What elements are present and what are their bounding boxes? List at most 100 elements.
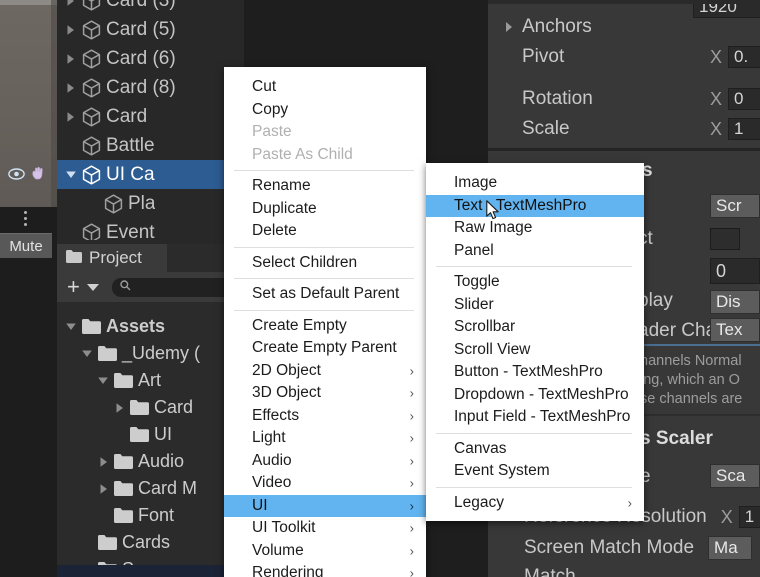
- sort-order-field[interactable]: 0: [710, 258, 760, 284]
- chevron-right-icon[interactable]: [63, 24, 78, 36]
- row-toggles[interactable]: [0, 160, 57, 189]
- ui-submenu[interactable]: Image Text - TextMeshPro Raw Image Panel Tog…: [426, 163, 644, 521]
- menu-item[interactable]: Create Empty: [224, 315, 426, 338]
- chevron-right-icon[interactable]: [63, 82, 78, 94]
- chevron-down-icon[interactable]: [63, 169, 78, 180]
- reference-resolution-x-field[interactable]: 1: [738, 506, 760, 528]
- hierarchy-tree[interactable]: Card (3) Card (5) Card (6) Card (8) Card Batt…: [8, 0, 244, 247]
- add-asset-button[interactable]: +: [67, 276, 80, 298]
- menu-item[interactable]: UI ›: [224, 494, 426, 517]
- menu-item[interactable]: Legacy ›: [426, 492, 644, 515]
- menu-item[interactable]: Toggle: [426, 271, 644, 294]
- menu-item[interactable]: Duplicate: [224, 198, 426, 221]
- chevron-down-icon[interactable]: [95, 375, 111, 386]
- render-mode-row: Scr: [710, 194, 760, 218]
- menu-item[interactable]: Volume ›: [224, 540, 426, 563]
- menu-item[interactable]: Set as Default Parent: [224, 283, 426, 306]
- project-tree-row[interactable]: Card M: [57, 475, 244, 502]
- hierarchy-row[interactable]: Card (8): [57, 73, 244, 102]
- menu-item[interactable]: Panel: [426, 240, 644, 263]
- anchors-row[interactable]: Anchors: [504, 16, 592, 38]
- chevron-right-icon[interactable]: [111, 402, 127, 414]
- menu-item[interactable]: Delete: [224, 220, 426, 243]
- menu-item[interactable]: Light ›: [224, 427, 426, 450]
- menu-item[interactable]: Text - TextMeshPro: [426, 194, 644, 217]
- shader-channels-dropdown[interactable]: Tex: [710, 318, 760, 342]
- menu-item[interactable]: Dropdown - TextMeshPro: [426, 384, 644, 407]
- menu-item[interactable]: Rename: [224, 175, 426, 198]
- menu-item[interactable]: Event System: [426, 460, 644, 483]
- project-tree-row[interactable]: UI: [57, 421, 244, 448]
- menu-item-label: Toggle: [454, 273, 500, 291]
- project-tree-row[interactable]: Card: [57, 394, 244, 421]
- chevron-right-icon[interactable]: [63, 111, 78, 123]
- inspector-divider-1: [488, 148, 760, 151]
- hand-icon[interactable]: [31, 164, 47, 186]
- project-tree-row[interactable]: Assets: [57, 313, 244, 340]
- chevron-down-icon[interactable]: [79, 348, 95, 359]
- screen-match-mode-dropdown[interactable]: Ma: [708, 536, 753, 560]
- menu-item[interactable]: Image: [426, 172, 644, 195]
- more-options-icon[interactable]: [24, 208, 28, 232]
- project-tree-row[interactable]: Font: [57, 502, 244, 529]
- menu-item[interactable]: Button - TextMeshPro: [426, 361, 644, 384]
- menu-item[interactable]: Rendering ›: [224, 562, 426, 577]
- menu-item-label: Paste As Child: [252, 145, 353, 163]
- chevron-right-icon[interactable]: [63, 53, 78, 65]
- tab-project[interactable]: Project: [57, 244, 167, 272]
- hierarchy-row[interactable]: UI Ca: [8, 160, 244, 189]
- menu-item[interactable]: Copy: [224, 99, 426, 122]
- menu-item[interactable]: Input Field - TextMeshPro: [426, 406, 644, 429]
- project-bottom-strip: [57, 565, 244, 577]
- menu-item[interactable]: Scrollbar: [426, 316, 644, 339]
- hierarchy-context-menu[interactable]: Cut Copy Paste Paste As Child Rename Duplicat…: [224, 67, 426, 577]
- menu-item[interactable]: 2D Object ›: [224, 360, 426, 383]
- menu-item[interactable]: 3D Object ›: [224, 382, 426, 405]
- project-tree-row[interactable]: _Udemy (: [57, 340, 244, 367]
- chevron-right-icon[interactable]: [504, 21, 514, 33]
- hierarchy-row[interactable]: Battle: [57, 131, 244, 160]
- render-mode-dropdown[interactable]: Scr: [710, 194, 760, 218]
- menu-item[interactable]: Audio ›: [224, 450, 426, 473]
- pivot-x-field[interactable]: 0.: [728, 46, 760, 68]
- menu-item[interactable]: Create Empty Parent: [224, 337, 426, 360]
- project-tree-row[interactable]: Audio: [57, 448, 244, 475]
- menu-item[interactable]: Scroll View: [426, 339, 644, 362]
- search-input[interactable]: [111, 277, 242, 297]
- project-tree-row-label: Card M: [138, 478, 198, 498]
- scale-x-field[interactable]: 1: [728, 118, 760, 140]
- hierarchy-row[interactable]: Card (3): [57, 0, 244, 15]
- pixel-perfect-checkbox[interactable]: [710, 228, 740, 250]
- menu-item[interactable]: Cut: [224, 76, 426, 99]
- rotation-x-field[interactable]: 0: [728, 88, 760, 110]
- menu-item-label: UI: [252, 496, 268, 514]
- hierarchy-row[interactable]: Card (5): [57, 15, 244, 44]
- folder-icon: [79, 319, 103, 334]
- ui-scale-mode-dropdown[interactable]: Sca: [710, 464, 760, 488]
- target-display-dropdown[interactable]: Dis: [710, 290, 760, 314]
- chevron-down-icon[interactable]: [63, 321, 79, 332]
- menu-item[interactable]: Slider: [426, 294, 644, 317]
- menu-item[interactable]: UI Toolkit ›: [224, 517, 426, 540]
- eye-icon[interactable]: [8, 164, 25, 186]
- chevron-right-icon[interactable]: [95, 483, 111, 495]
- project-tree-row[interactable]: Cards: [57, 529, 244, 556]
- hierarchy-row[interactable]: Card: [57, 102, 244, 131]
- menu-item-label: Light: [252, 429, 286, 447]
- menu-item[interactable]: Video ›: [224, 472, 426, 495]
- menu-item[interactable]: Canvas: [426, 438, 644, 461]
- reference-resolution-axis-label: X: [720, 506, 733, 527]
- chevron-right-icon[interactable]: [95, 456, 111, 468]
- chevron-down-icon[interactable]: [86, 283, 99, 291]
- project-asset-tree[interactable]: Assets _Udemy (Art Card UI Audio Card M Font Ca…: [57, 302, 244, 577]
- hierarchy-row[interactable]: Card (6): [57, 44, 244, 73]
- menu-separator: [234, 246, 414, 248]
- menu-item[interactable]: Raw Image: [426, 217, 644, 240]
- project-tree-row[interactable]: Art: [57, 367, 244, 394]
- chevron-right-icon[interactable]: [63, 0, 78, 7]
- menu-item[interactable]: Select Children: [224, 252, 426, 275]
- hierarchy-row[interactable]: Pla: [57, 189, 244, 218]
- mute-button[interactable]: Mute: [0, 233, 52, 258]
- menu-item[interactable]: Effects ›: [224, 405, 426, 428]
- menu-item-label: Raw Image: [454, 219, 533, 237]
